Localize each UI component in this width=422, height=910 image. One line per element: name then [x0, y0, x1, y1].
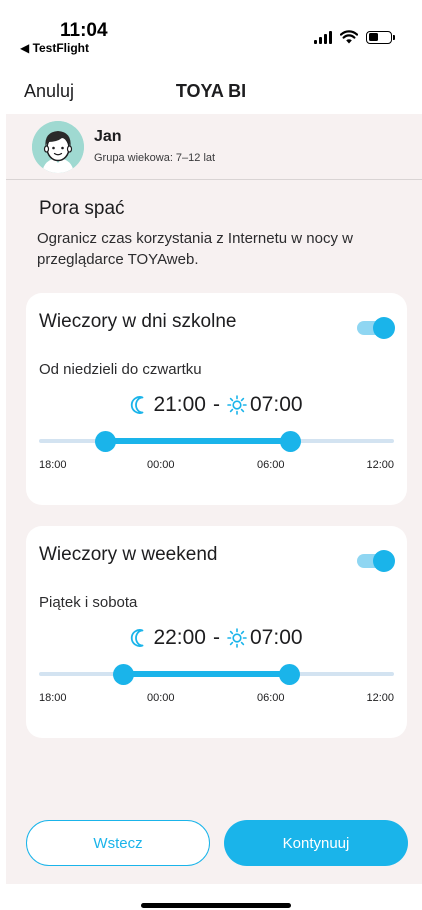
- schedule-title: Wieczory w weekend: [39, 544, 218, 565]
- wifi-icon: [340, 30, 358, 44]
- sun-icon: [227, 628, 247, 648]
- moon-icon: [131, 629, 144, 647]
- time-range: 22:00 - 07:00: [26, 626, 407, 650]
- end-time: 07:00: [250, 626, 303, 649]
- tick-label: 06:00: [257, 692, 285, 704]
- section-title: Pora spać: [39, 198, 125, 219]
- time-slider[interactable]: [39, 662, 394, 686]
- time-range: 21:00 - 07:00: [26, 393, 407, 417]
- home-indicator[interactable]: [141, 903, 291, 908]
- start-handle[interactable]: [113, 664, 134, 685]
- schedule-card-weekend: Wieczory w weekend Piątek i sobota 22:00…: [26, 526, 407, 738]
- time-separator: -: [213, 393, 220, 416]
- profile-age-group: Grupa wiekowa: 7–12 lat: [94, 152, 216, 164]
- boy-avatar-icon: [32, 121, 84, 173]
- end-time: 07:00: [250, 393, 303, 416]
- tick-label: 12:00: [366, 692, 394, 704]
- profile-name: Jan: [94, 128, 122, 145]
- main-content: Jan Grupa wiekowa: 7–12 lat Pora spać Og…: [6, 114, 422, 884]
- moon-icon: [131, 396, 144, 414]
- schedule-days: Od niedzieli do czwartku: [39, 361, 202, 378]
- battery-icon: [366, 30, 395, 44]
- time-separator: -: [213, 626, 220, 649]
- schedule-toggle[interactable]: [357, 550, 395, 572]
- tick-label: 18:00: [39, 459, 67, 471]
- signal-icon: [314, 30, 332, 44]
- slider-ticks: 18:00 00:00 06:00 12:00: [39, 459, 394, 473]
- tick-label: 18:00: [39, 692, 67, 704]
- back-to-app-link[interactable]: ◀ TestFlight: [20, 41, 89, 55]
- schedule-card-weekdays: Wieczory w dni szkolne Od niedzieli do c…: [26, 293, 407, 505]
- sun-icon: [227, 395, 247, 415]
- child-profile: Jan Grupa wiekowa: 7–12 lat: [6, 114, 422, 180]
- time-slider[interactable]: [39, 429, 394, 453]
- section-description: Ogranicz czas korzystania z Internetu w …: [37, 230, 353, 268]
- tick-label: 12:00: [366, 459, 394, 471]
- slider-ticks: 18:00 00:00 06:00 12:00: [39, 692, 394, 706]
- schedule-days: Piątek i sobota: [39, 594, 138, 611]
- schedule-title: Wieczory w dni szkolne: [39, 311, 237, 332]
- status-time: 11:04: [60, 20, 108, 41]
- start-time: 21:00: [153, 393, 206, 416]
- tick-label: 00:00: [147, 692, 175, 704]
- continue-button[interactable]: Kontynuuj: [224, 820, 408, 866]
- tick-label: 06:00: [257, 459, 285, 471]
- end-handle[interactable]: [280, 431, 301, 452]
- start-time: 22:00: [153, 626, 206, 649]
- schedule-toggle[interactable]: [357, 317, 395, 339]
- status-icons: [314, 30, 395, 44]
- cancel-button[interactable]: Anuluj: [24, 81, 74, 102]
- tick-label: 00:00: [147, 459, 175, 471]
- start-handle[interactable]: [95, 431, 116, 452]
- nav-bar: TOYA BI Anuluj: [0, 62, 422, 114]
- status-bar: 11:04 ◀ TestFlight: [0, 0, 422, 62]
- back-button[interactable]: Wstecz: [26, 820, 210, 866]
- end-handle[interactable]: [279, 664, 300, 685]
